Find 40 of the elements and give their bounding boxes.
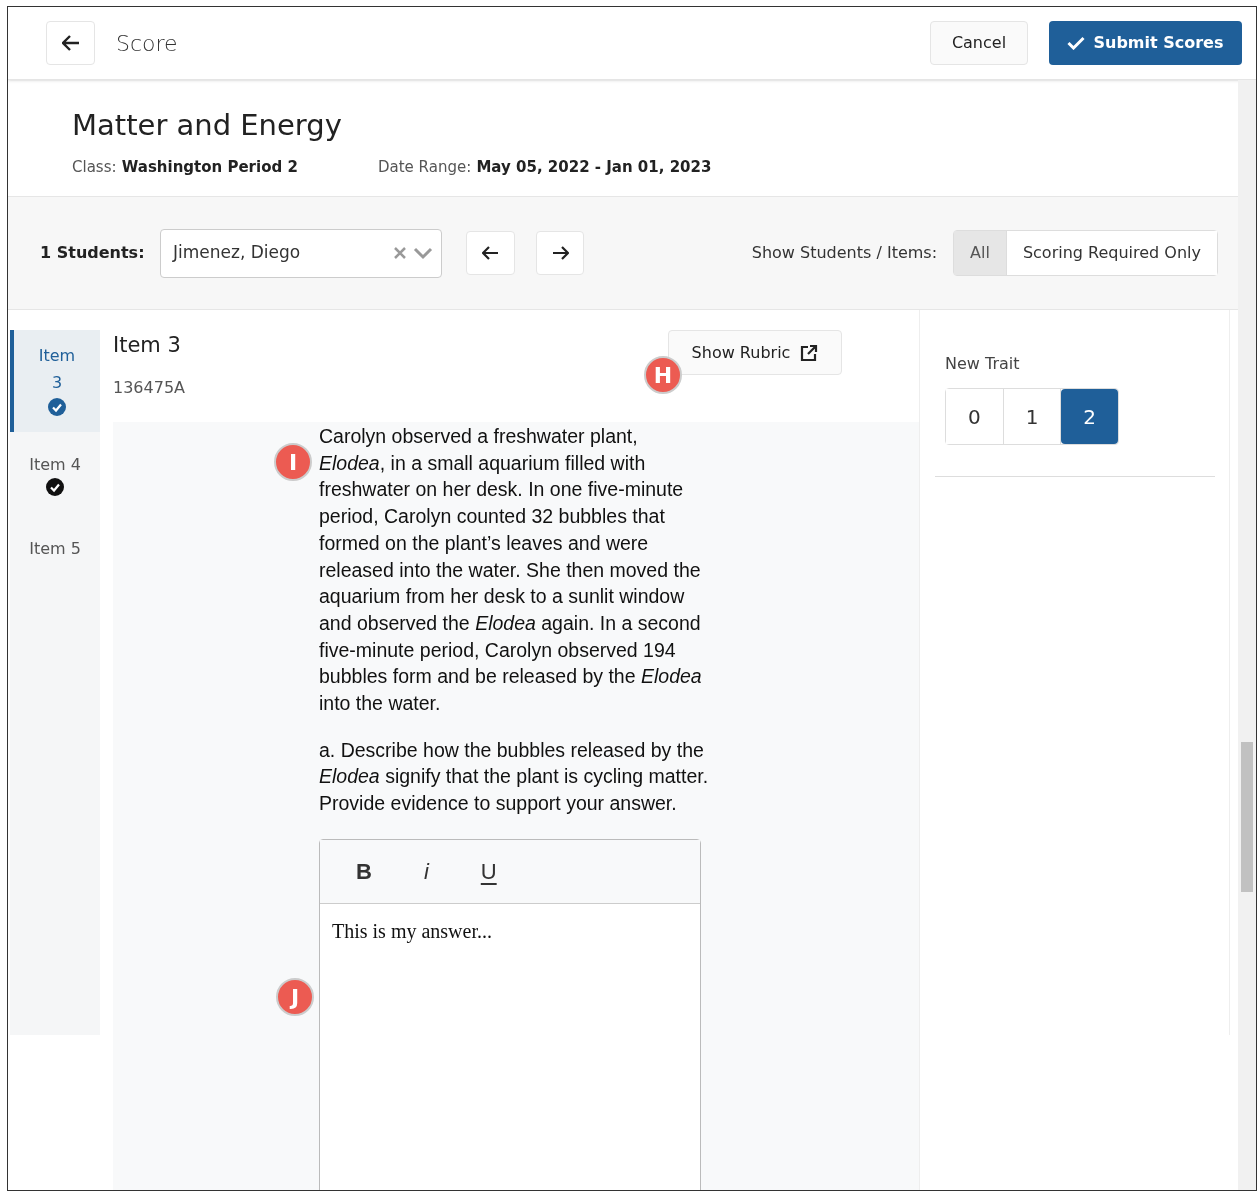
- chevron-down-icon[interactable]: [413, 246, 433, 260]
- date-range-info: Date Range: May 05, 2022 - Jan 01, 2023: [378, 156, 712, 178]
- scrollbar[interactable]: [1238, 80, 1256, 1190]
- back-button[interactable]: [46, 21, 95, 65]
- item-nav-tab[interactable]: Item 4: [10, 432, 100, 516]
- previous-student-button[interactable]: [466, 231, 515, 275]
- trait-name: New Trait: [945, 353, 1021, 375]
- item-code: 136475A: [113, 376, 187, 399]
- italic-button[interactable]: i: [411, 854, 441, 888]
- scrollbar-thumb[interactable]: [1241, 742, 1253, 892]
- back-arrow-icon: [61, 35, 80, 51]
- right-arrow-icon: [551, 246, 569, 260]
- underline-button[interactable]: U: [468, 854, 509, 888]
- filter-option[interactable]: All: [954, 231, 1007, 275]
- score-option[interactable]: 0: [946, 389, 1004, 444]
- question-paragraph: a. Describe how the bubbles released by the Elodea signify that the plant is cycling matter. Provide evidence to support your answer.: [319, 737, 709, 817]
- page-title: Score: [116, 29, 178, 58]
- check-circle-icon: [46, 478, 64, 496]
- assessment-title: Matter and Energy: [72, 107, 343, 144]
- external-link-icon: [800, 343, 819, 362]
- student-select[interactable]: Jimenez, Diego: [160, 228, 442, 278]
- show-students-items-label: Show Students / Items:: [751, 242, 938, 264]
- item-title: Item 3: [113, 332, 182, 359]
- submit-scores-button[interactable]: Submit Scores: [1049, 21, 1242, 65]
- left-arrow-icon: [482, 246, 499, 260]
- next-student-button[interactable]: [536, 231, 584, 275]
- callout-marker: H: [644, 356, 682, 394]
- score-option[interactable]: 2: [1061, 389, 1118, 444]
- students-label: 1 Students:: [40, 242, 146, 264]
- check-circle-icon: [48, 398, 66, 416]
- item-nav-tab[interactable]: Item 5: [10, 516, 100, 600]
- check-icon: [1067, 36, 1086, 50]
- answer-text: This is my answer...: [331, 918, 493, 945]
- answer-editor[interactable]: B i U This is my answer...: [319, 838, 701, 1190]
- cancel-button[interactable]: Cancel: [930, 21, 1028, 65]
- class-info: Class: Washington Period 2: [72, 156, 299, 178]
- item-nav-tab[interactable]: Item 3: [10, 330, 100, 432]
- question-paragraph: Carolyn observed a freshwater plant, Elodea, in a small aquarium filled with freshwater on her desk. In one five-minute period, Carolyn counted 32 bubbles that formed on the plant’s leaves and were released into the water. She then moved the aquarium from her desk to a sunlit window and observed the Elodea again. In a second five-minute period, Carolyn observed 194 bubbles form and be released by the Elodea into the water.: [319, 424, 703, 717]
- clear-icon[interactable]: [393, 246, 407, 260]
- bold-button[interactable]: B: [344, 854, 384, 888]
